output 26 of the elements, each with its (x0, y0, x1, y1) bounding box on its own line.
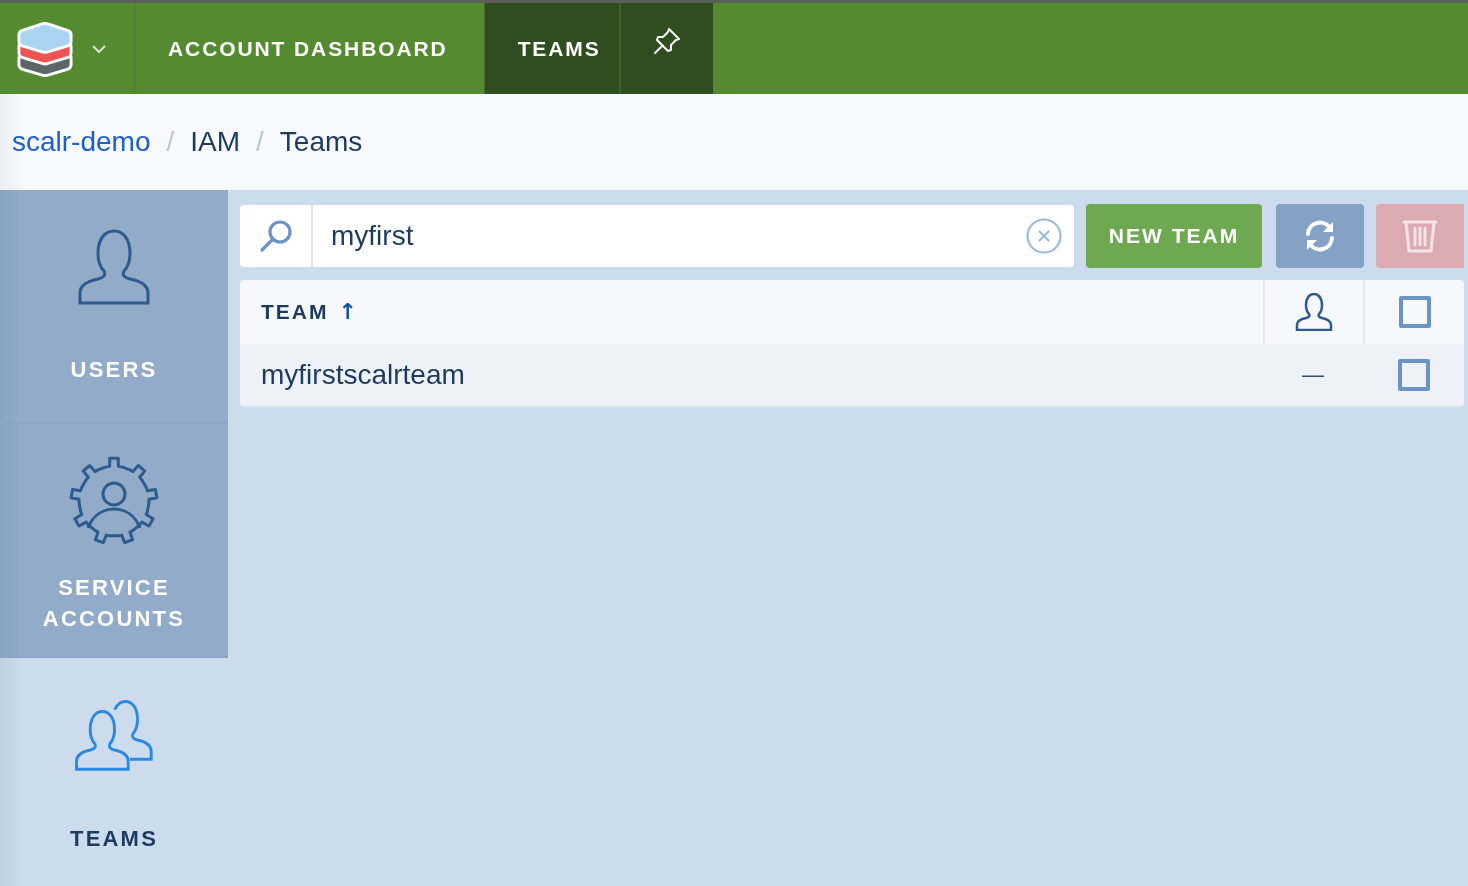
stacked-layers-logo-icon[interactable] (16, 20, 74, 77)
sidebar-item[interactable]: TEAMS (0, 658, 228, 886)
column-header[interactable]: TEAM (261, 300, 329, 324)
breadcrumb-separator: / (256, 126, 264, 158)
refresh-button[interactable] (1276, 204, 1364, 268)
users-count-cell: — (1302, 362, 1324, 388)
trash-icon (1402, 219, 1438, 253)
breadcrumb-separator: / (166, 126, 175, 158)
breadcrumb-link[interactable]: scalr-demo (12, 126, 151, 158)
pin-icon (652, 27, 681, 57)
select-all-checkbox[interactable] (1398, 296, 1431, 328)
gear-user-icon (69, 456, 159, 547)
row-checkbox[interactable] (1397, 359, 1430, 391)
nav-tab[interactable]: ACCOUNT DASHBOARD (135, 3, 484, 94)
nav-tab[interactable]: TEAMS (483, 3, 619, 94)
user-icon (78, 229, 150, 306)
refresh-icon (1303, 219, 1337, 253)
clear-icon[interactable] (1026, 218, 1062, 254)
sort-arrow[interactable]: ↑ (338, 301, 357, 323)
search-icon (258, 219, 293, 253)
breadcrumb-item: Teams (279, 126, 363, 158)
chevron-down-icon[interactable] (92, 44, 106, 53)
two-users-icon (75, 698, 153, 773)
team-name-cell[interactable]: myfirstscalrteam (240, 344, 1263, 406)
user-icon (1295, 293, 1333, 331)
breadcrumb-item: IAM (190, 126, 241, 158)
